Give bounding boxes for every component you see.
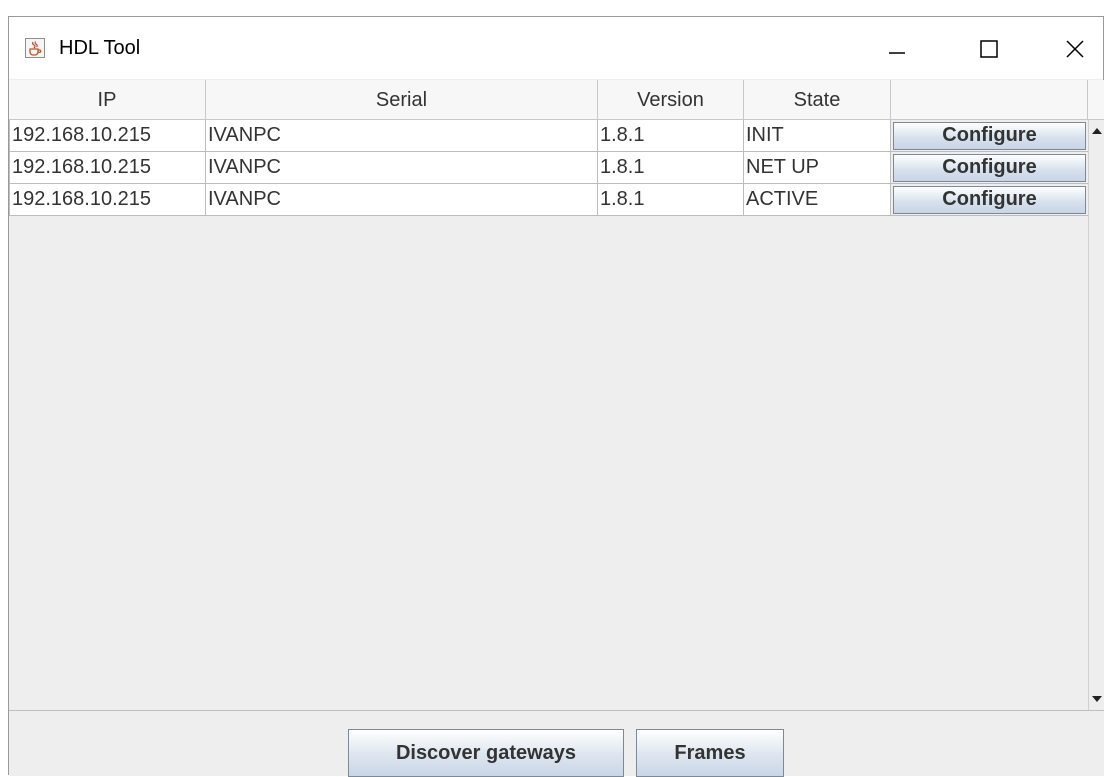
minimize-button[interactable] — [875, 27, 919, 71]
scrollbar-corner — [1088, 80, 1104, 120]
cell-state[interactable]: INIT — [744, 120, 891, 152]
window-title: HDL Tool — [59, 37, 141, 59]
cell-state[interactable]: NET UP — [744, 152, 891, 184]
cell-version[interactable]: 1.8.1 — [598, 152, 744, 184]
cell-version[interactable]: 1.8.1 — [598, 120, 744, 152]
cell-version[interactable]: 1.8.1 — [598, 184, 744, 216]
window-frame: HDL Tool IP Serial Version State 192.168… — [8, 16, 1104, 777]
column-header-state[interactable]: State — [744, 80, 891, 120]
frames-button[interactable]: Frames — [636, 729, 784, 777]
configure-button[interactable]: Configure — [893, 153, 1086, 182]
cell-serial[interactable]: IVANPC — [206, 152, 598, 184]
cell-action: Configure — [891, 184, 1088, 216]
gateway-table: IP Serial Version State 192.168.10.215 I… — [9, 80, 1088, 710]
table-body: 192.168.10.215 IVANPC 1.8.1 INIT Configu… — [9, 120, 1088, 216]
button-bar: Discover gateways Frames — [9, 711, 1104, 777]
maximize-button[interactable] — [967, 27, 1011, 71]
scroll-up-button[interactable] — [1089, 120, 1105, 142]
cell-action: Configure — [891, 152, 1088, 184]
maximize-icon — [980, 40, 998, 58]
table-row[interactable]: 192.168.10.215 IVANPC 1.8.1 NET UP Confi… — [9, 152, 1088, 184]
vertical-scrollbar[interactable] — [1088, 120, 1104, 710]
table-row[interactable]: 192.168.10.215 IVANPC 1.8.1 ACTIVE Confi… — [9, 184, 1088, 216]
table-header: IP Serial Version State — [9, 80, 1088, 120]
title-bar[interactable]: HDL Tool — [9, 17, 1103, 79]
arrow-up-icon — [1092, 128, 1102, 134]
discover-gateways-button[interactable]: Discover gateways — [348, 729, 624, 777]
column-header-serial[interactable]: Serial — [206, 80, 598, 120]
arrow-down-icon — [1092, 696, 1102, 702]
cell-serial[interactable]: IVANPC — [206, 184, 598, 216]
app-window: HDL Tool IP Serial Version State 192.168… — [0, 0, 1113, 777]
column-header-ip[interactable]: IP — [9, 80, 206, 120]
configure-button[interactable]: Configure — [893, 121, 1086, 150]
minimize-icon — [889, 52, 905, 54]
java-cup-icon — [25, 38, 45, 58]
column-header-version[interactable]: Version — [598, 80, 744, 120]
cell-state[interactable]: ACTIVE — [744, 184, 891, 216]
table-row[interactable]: 192.168.10.215 IVANPC 1.8.1 INIT Configu… — [9, 120, 1088, 152]
scroll-down-button[interactable] — [1089, 688, 1105, 710]
cell-action: Configure — [891, 120, 1088, 152]
cell-ip[interactable]: 192.168.10.215 — [9, 184, 206, 216]
cell-serial[interactable]: IVANPC — [206, 120, 598, 152]
close-icon — [1066, 40, 1084, 58]
cell-ip[interactable]: 192.168.10.215 — [9, 120, 206, 152]
configure-button[interactable]: Configure — [893, 185, 1086, 214]
cell-ip[interactable]: 192.168.10.215 — [9, 152, 206, 184]
close-button[interactable] — [1053, 27, 1097, 71]
column-header-action[interactable] — [891, 80, 1088, 120]
